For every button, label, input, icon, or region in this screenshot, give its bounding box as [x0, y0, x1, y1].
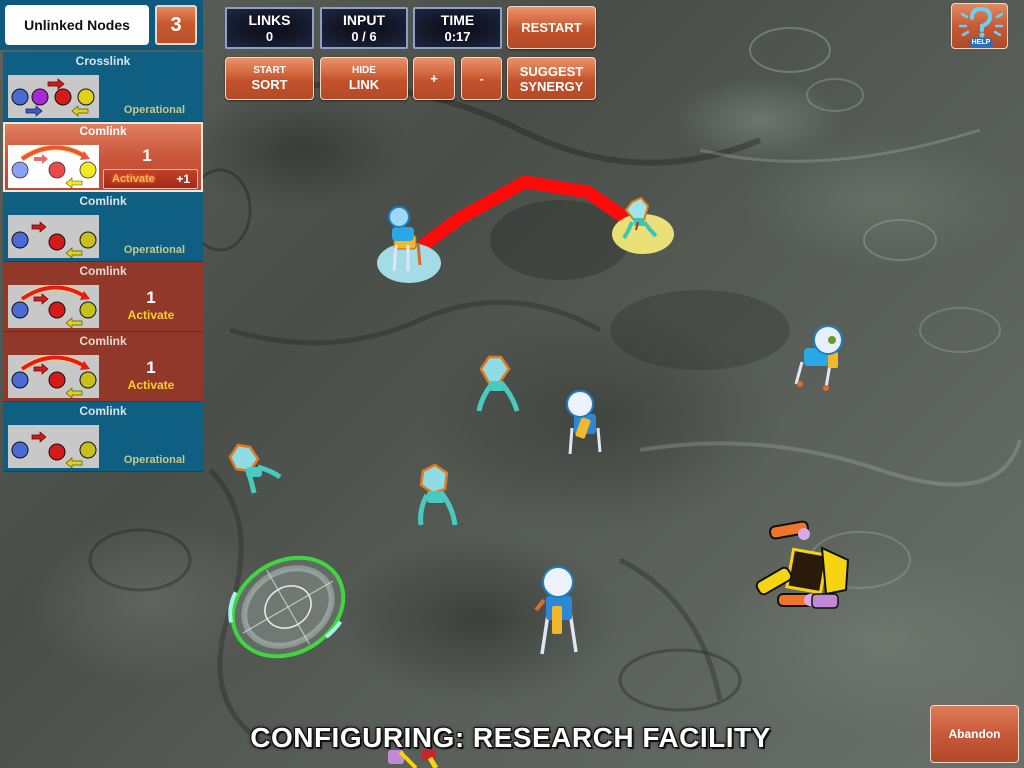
unit-crystal-alien[interactable]: [413, 463, 463, 537]
activate-bonus: +1: [176, 172, 190, 186]
hide-link-big: LINK: [348, 77, 380, 92]
time-stat: TIME 0:17: [413, 7, 502, 49]
unit-crystal-alien[interactable]: [473, 355, 523, 423]
status-banner: CONFIGURING: RESEARCH FACILITY: [250, 722, 771, 753]
comlink-diagram-icon: [8, 425, 99, 468]
unit-crystal-alien[interactable]: [224, 443, 288, 507]
link-card-comlink[interactable]: Comlink Operational: [3, 192, 203, 262]
card-title: Comlink: [79, 124, 127, 138]
activate-button[interactable]: Activate +1: [103, 169, 198, 189]
help-button[interactable]: HELP: [951, 3, 1008, 49]
card-count: 1: [146, 358, 156, 377]
card-title: Comlink: [79, 404, 127, 418]
zoom-in-label: +: [430, 71, 438, 86]
card-title: Comlink: [79, 264, 127, 278]
unlinked-nodes-label: Unlinked Nodes: [5, 5, 149, 45]
links-value: 0: [265, 29, 274, 44]
start-sort-small: START: [253, 65, 286, 76]
start-sort-button[interactable]: START SORT: [225, 57, 314, 100]
time-value: 0:17: [444, 29, 471, 44]
hide-link-button[interactable]: HIDE LINK: [320, 57, 408, 100]
link-card-comlink[interactable]: Comlink Operational: [3, 402, 203, 472]
unit-astronaut[interactable]: [560, 388, 610, 462]
unit-astronaut-linked[interactable]: [374, 205, 444, 291]
comlink-active-diagram-icon: [8, 355, 99, 398]
suggest-synergy-button[interactable]: SUGGEST SYNERGY: [507, 57, 596, 100]
card-title: Comlink: [79, 194, 127, 208]
input-label: INPUT: [343, 12, 385, 28]
input-value: 0 / 6: [351, 29, 377, 44]
start-sort-big: SORT: [251, 77, 288, 92]
card-status: Operational: [123, 244, 185, 256]
activate-link[interactable]: Activate: [111, 378, 191, 392]
hide-link-small: HIDE: [352, 65, 376, 76]
restart-label: RESTART: [521, 20, 582, 35]
unlinked-nodes-count[interactable]: 3: [155, 5, 197, 45]
zoom-out-button[interactable]: -: [461, 57, 502, 100]
link-cards-list: Crosslink Operational Comlink 1 Activate…: [3, 52, 203, 472]
card-title: Comlink: [79, 334, 127, 348]
suggest-label: SUGGEST: [519, 63, 584, 79]
links-stat: LINKS 0: [225, 7, 314, 49]
restart-button[interactable]: RESTART: [507, 6, 596, 49]
time-label: TIME: [440, 12, 475, 28]
link-card-comlink-inactive[interactable]: Comlink 1 Activate: [3, 332, 203, 402]
zoom-in-button[interactable]: +: [413, 57, 455, 100]
zoom-out-label: -: [479, 71, 484, 86]
unit-astronaut[interactable]: [790, 322, 850, 396]
activate-button-label: Activate: [112, 173, 155, 185]
crosslink-diagram-icon: [8, 75, 99, 118]
card-count: 1: [146, 288, 156, 307]
link-card-comlink-selected[interactable]: Comlink 1 Activate +1: [3, 122, 203, 192]
abandon-button[interactable]: Abandon: [930, 705, 1019, 763]
link-card-comlink-inactive[interactable]: Comlink 1 Activate: [3, 262, 203, 332]
help-label: HELP: [969, 38, 993, 48]
link-card-crosslink[interactable]: Crosslink Operational: [3, 52, 203, 122]
unit-yellow-crawler[interactable]: [748, 514, 858, 622]
comlink-active-diagram-icon: [8, 145, 99, 188]
card-status: Operational: [123, 454, 185, 466]
links-label: LINKS: [248, 12, 291, 28]
synergy-label: SYNERGY: [519, 78, 584, 94]
card-title: Crosslink: [75, 54, 131, 68]
comlink-diagram-icon: [8, 215, 99, 258]
unit-astronaut[interactable]: [530, 566, 590, 665]
input-stat: INPUT 0 / 6: [320, 7, 408, 49]
abandon-label: Abandon: [948, 727, 1001, 741]
unit-crystal-alien-linked[interactable]: [610, 196, 676, 262]
activate-link[interactable]: Activate: [111, 308, 191, 322]
card-count: 1: [142, 146, 152, 165]
card-status: Operational: [123, 104, 185, 116]
comlink-active-diagram-icon: [8, 285, 99, 328]
target-reticle[interactable]: [226, 552, 350, 666]
